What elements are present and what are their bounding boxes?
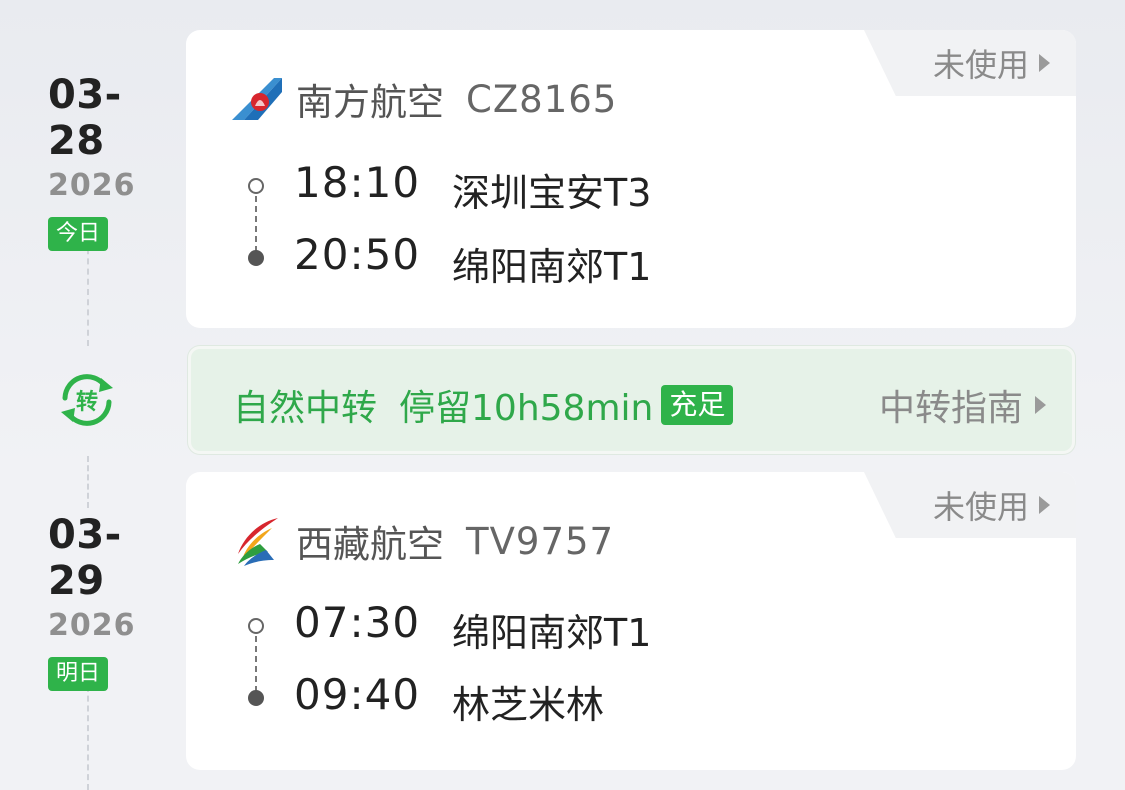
departure-time: 07:30 [294,598,421,647]
china-southern-logo-icon [232,78,282,120]
transfer-icon: 转 [55,368,119,432]
status-tag[interactable]: 未使用 [864,472,1076,538]
arrival-airport: 绵阳南郊T1 [452,245,652,289]
departure-airport: 绵阳南郊T1 [452,611,652,655]
day-badge: 明日 [48,657,109,691]
airline-row: 西藏航空 TV9757 [230,514,614,568]
chevron-right-icon [1039,54,1050,72]
chevron-right-icon [1035,396,1046,414]
departure-airport: 深圳宝安T3 [452,171,652,215]
chevron-right-icon [1039,496,1050,514]
status-label: 未使用 [932,488,1029,526]
departure-time: 18:10 [294,158,421,207]
status-tag[interactable]: 未使用 [864,30,1076,96]
status-label: 未使用 [932,46,1029,84]
departure-dot [248,618,264,634]
timeline-line [87,456,89,508]
flight-date: 03-29 [48,512,122,604]
transfer-summary: 自然中转 停留10h58min 充足 [233,379,734,431]
arrival-dot [248,690,264,706]
arrival-time: 20:50 [294,230,421,279]
date-block: 03-28 2026 今日 [48,72,178,251]
layover-badge: 充足 [661,385,734,425]
flight-date: 03-28 [48,72,122,164]
transfer-guide-label: 中转指南 [878,388,1023,429]
date-block: 03-29 2026 明日 [48,512,178,691]
departure-dot [248,178,264,194]
flight-number: TV9757 [466,519,615,563]
transfer-info-bar[interactable]: 自然中转 停留10h58min 充足 中转指南 [188,346,1075,454]
timeline-line [87,676,89,790]
timeline-line [87,238,89,346]
flight-year: 2026 [48,608,136,643]
flight-card[interactable]: 未使用 南方航空 CZ8165 18:10 深圳宝安T3 20:50 绵阳南郊T… [186,30,1076,328]
transfer-icon-label: 转 [76,389,98,415]
transfer-guide-link[interactable]: 中转指南 [879,379,1046,431]
segment-connector [255,196,257,252]
transfer-type: 自然中转 [233,388,378,429]
arrival-airport: 林芝米林 [452,683,605,727]
segment-connector [255,636,257,692]
flight-year: 2026 [48,168,136,203]
airline-name: 西藏航空 [296,523,444,566]
arrival-dot [248,250,264,266]
airline-row: 南方航空 CZ8165 [230,72,617,126]
flight-number: CZ8165 [466,77,618,121]
tibet-airlines-logo-icon [238,518,278,566]
layover-duration: 停留10h58min [399,388,654,429]
arrival-time: 09:40 [294,670,421,719]
flight-card[interactable]: 未使用 西藏航空 TV9757 07:30 绵阳南郊T1 09:40 林芝米林 [186,472,1076,770]
day-badge: 今日 [48,217,109,251]
airline-name: 南方航空 [296,81,444,124]
